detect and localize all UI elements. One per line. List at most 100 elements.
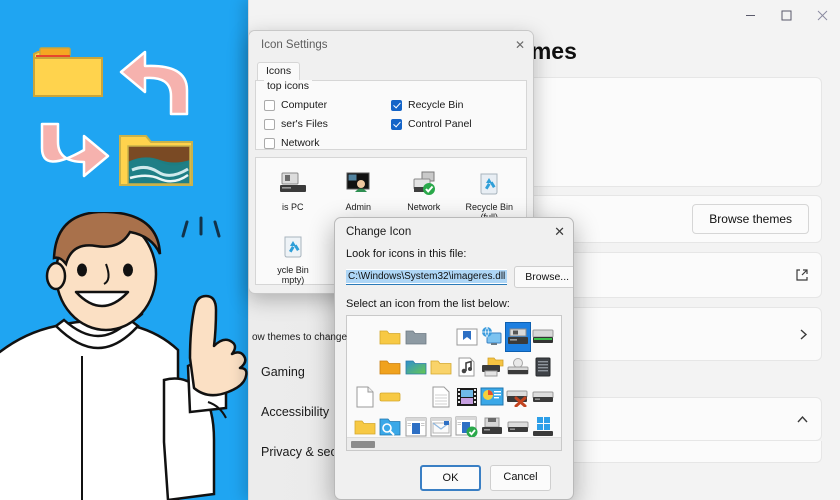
checkbox-box[interactable] (391, 100, 402, 111)
illustration-panel (0, 0, 258, 500)
sidebar-item-label: Gaming (261, 365, 305, 379)
user-files-icon (326, 166, 392, 200)
icon-cell-drive-disc[interactable] (505, 352, 531, 382)
scrollbar-thumb[interactable] (351, 441, 375, 448)
tab-desktop-icons[interactable]: Icons (257, 62, 300, 80)
preview-item-label: Admin (326, 202, 392, 212)
preview-item-recycle-bin-empty[interactable]: ycle Binmpty) (260, 229, 326, 286)
screen: Gaming Accessibility Privacy & securi al… (0, 0, 840, 500)
icon-cell-folder-teal[interactable] (403, 352, 429, 382)
wallpaper-folder-illustration (118, 130, 194, 188)
desktop-icons-checkbox-grid: Computer Recycle Bin ser's Files Control… (264, 99, 518, 149)
checkbox-network[interactable]: Network (264, 137, 391, 149)
close-icon[interactable] (804, 0, 840, 30)
checkbox-computer[interactable]: Computer (264, 99, 391, 111)
icon-cell-empty[interactable] (352, 322, 377, 352)
desktop-icons-groupbox: top icons Computer Recycle Bin ser's Fil… (255, 80, 527, 150)
icon-cell-music-file[interactable] (454, 352, 480, 382)
file-path-row: C:\Windows\System32\imageres.dll Browse.… (346, 266, 562, 288)
checkbox-box[interactable] (264, 100, 275, 111)
clipped-settings-text: ow themes to change (252, 332, 347, 343)
icon-cell-presentation[interactable] (480, 382, 506, 412)
arrow-right-illustration (32, 120, 114, 190)
external-link-icon (795, 268, 809, 282)
close-icon[interactable]: ✕ (515, 38, 525, 52)
file-path-value: C:\Windows\System32\imageres.dll (346, 270, 507, 283)
checkbox-label: Network (281, 137, 320, 149)
preview-item-admin[interactable]: Admin (326, 166, 392, 223)
chevron-right-icon (798, 328, 809, 341)
change-icon-buttons: OK Cancel (346, 451, 562, 491)
window-controls (732, 0, 840, 30)
sidebar-item-label: Accessibility (261, 405, 329, 419)
icon-cell-film[interactable] (454, 382, 480, 412)
dialog-title: Icon Settings (261, 39, 327, 51)
checkbox-box[interactable] (264, 138, 275, 149)
preview-row-1: is PC Admin (260, 166, 522, 223)
change-icon-body: Look for icons in this file: C:\Windows\… (335, 246, 573, 491)
icon-cell-server-green[interactable] (531, 322, 556, 352)
icon-cell-server-blue-selected[interactable] (505, 322, 531, 352)
close-icon[interactable]: ✕ (554, 224, 565, 240)
preview-item-this-pc[interactable]: is PC (260, 166, 326, 223)
icon-cell-printer-folder[interactable] (480, 352, 506, 382)
maximize-icon[interactable] (768, 0, 804, 30)
groupbox-legend: top icons (264, 80, 312, 92)
browse-themes-button[interactable]: Browse themes (692, 204, 809, 234)
icon-cell-drive-plain[interactable] (531, 382, 557, 412)
icon-cell-rack[interactable] (531, 352, 557, 382)
icon-cell-page-blank[interactable] (352, 382, 378, 412)
icon-cell-drive-x[interactable] (505, 382, 531, 412)
ok-button[interactable]: OK (420, 465, 481, 491)
checkbox-label: Computer (281, 99, 327, 111)
icon-grid-row (352, 352, 556, 382)
icon-cell-folder-grey[interactable] (403, 322, 428, 352)
checkbox-label: ser's Files (281, 118, 328, 130)
icon-cell-page-lined[interactable] (429, 382, 455, 412)
icon-grid-row (352, 382, 556, 412)
change-icon-titlebar: Change Icon ✕ (335, 218, 573, 246)
icon-cell-picture[interactable] (454, 322, 479, 352)
change-icon-title: Change Icon (346, 226, 411, 238)
icon-cell-empty[interactable] (352, 352, 378, 382)
checkbox-users-files[interactable]: ser's Files (264, 118, 391, 130)
checkbox-label: Control Panel (408, 118, 472, 130)
dialog-titlebar: Icon Settings ✕ (249, 31, 533, 58)
icon-cell-folder-yellow-open[interactable] (429, 352, 455, 382)
icon-grid-horizontal-scrollbar[interactable] (347, 437, 561, 450)
cancel-button[interactable]: Cancel (490, 465, 551, 491)
preview-item-label: ycle Binmpty) (260, 265, 326, 286)
icon-grid-row (352, 322, 556, 352)
preview-item-label: is PC (260, 202, 326, 212)
preview-item-network[interactable]: Network (391, 166, 457, 223)
checkbox-control-panel[interactable]: Control Panel (391, 118, 518, 130)
icon-cell-empty[interactable] (403, 382, 429, 412)
checkbox-recycle-bin[interactable]: Recycle Bin (391, 99, 518, 111)
checkbox-label: Recycle Bin (408, 99, 463, 111)
minimize-icon[interactable] (732, 0, 768, 30)
checkbox-box[interactable] (264, 119, 275, 130)
icon-cell-folder-yellow[interactable] (377, 322, 402, 352)
person-illustration (0, 212, 256, 500)
plain-folder-illustration (32, 44, 104, 99)
dialog-tabstrip: Icons (249, 58, 533, 80)
chevron-up-icon (796, 414, 809, 425)
browse-button[interactable]: Browse... (514, 266, 574, 288)
computer-icon (260, 166, 326, 200)
file-path-label: Look for icons in this file: (346, 248, 562, 260)
file-path-input[interactable]: C:\Windows\System32\imageres.dll (346, 269, 507, 285)
checkbox-box[interactable] (391, 119, 402, 130)
select-icon-label: Select an icon from the list below: (346, 298, 562, 310)
recycle-bin-empty-icon (260, 229, 326, 263)
icon-cell-folder-orange[interactable] (378, 352, 404, 382)
change-icon-dialog: Change Icon ✕ Look for icons in this fil… (334, 217, 574, 500)
network-icon (391, 166, 457, 200)
preview-item-label: Network (391, 202, 457, 212)
arrow-left-illustration (115, 48, 195, 118)
icon-cell-folder-flat[interactable] (378, 382, 404, 412)
icon-grid[interactable] (346, 315, 562, 451)
recycle-bin-full-icon (457, 166, 523, 200)
icon-cell-network-globe[interactable] (479, 322, 504, 352)
icon-cell-empty[interactable] (428, 322, 453, 352)
preview-item-recycle-bin-full[interactable]: Recycle Bin(full) (457, 166, 523, 223)
